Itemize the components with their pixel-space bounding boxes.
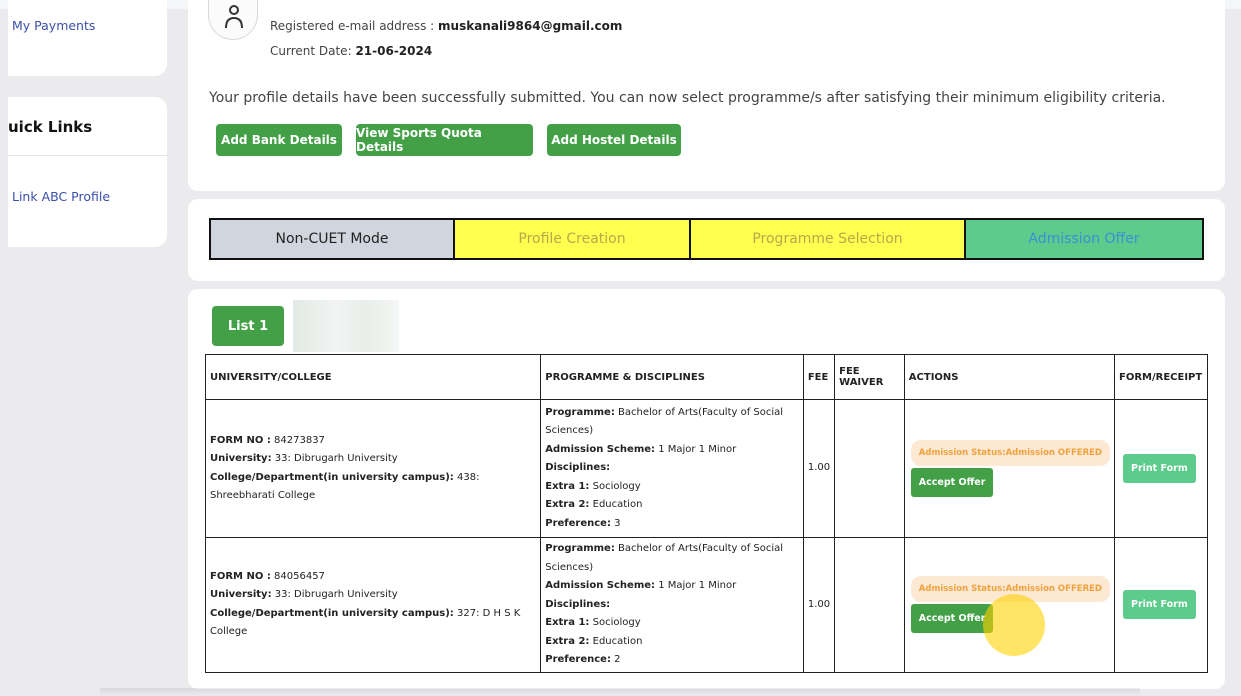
progress-stepper: Non-CUET Mode Profile Creation Programme… xyxy=(209,218,1204,260)
sidebar-card-quick-links: uick Links Link ABC Profile xyxy=(8,97,167,247)
tab-list-1[interactable]: List 1 xyxy=(212,306,284,346)
print-form-button[interactable]: Print Form xyxy=(1122,454,1196,483)
actions-cell: Admission Status:Admission OFFERED Accep… xyxy=(903,399,1115,538)
programme-cell: Programme: Bachelor of Arts(Faculty of S… xyxy=(540,537,804,673)
email-line: Registered e-mail address : muskanali986… xyxy=(270,19,623,33)
header-form-receipt: FORM/RECEIPT xyxy=(1113,354,1209,400)
step-programme-selection: Programme Selection xyxy=(691,220,966,258)
sidebar-link-my-payments[interactable]: My Payments xyxy=(12,18,95,33)
view-sports-quota-button[interactable]: View Sports Quota Details xyxy=(356,124,533,156)
table-row: FORM NO : 84273837 University: 33: Dibru… xyxy=(204,399,1209,538)
sidebar-link-abc-profile[interactable]: Link ABC Profile xyxy=(12,189,110,204)
cursor-highlight xyxy=(983,594,1045,656)
table-header-row: UNIVERSITY/COLLEGE PROGRAMME & DISCIPLIN… xyxy=(204,354,1209,400)
accept-offer-button[interactable]: Accept Offer xyxy=(910,604,994,634)
quick-links-title: uick Links xyxy=(8,118,93,136)
step-profile-creation: Profile Creation xyxy=(455,220,691,258)
add-bank-details-button[interactable]: Add Bank Details xyxy=(216,124,342,156)
email-value: muskanali9864@gmail.com xyxy=(438,19,623,33)
offers-table: UNIVERSITY/COLLEGE PROGRAMME & DISCIPLIN… xyxy=(204,354,1209,673)
header-fee-waiver: FEE WAIVER xyxy=(834,354,905,400)
fee-waiver-cell xyxy=(834,399,905,538)
print-form-button[interactable]: Print Form xyxy=(1122,590,1196,620)
form-receipt-cell: Print Form xyxy=(1113,399,1209,538)
quick-links-divider xyxy=(8,155,167,156)
programme-cell: Programme: Bachelor of Arts(Faculty of S… xyxy=(540,399,804,538)
accept-offer-button[interactable]: Accept Offer xyxy=(910,468,994,497)
fee-waiver-cell xyxy=(834,537,905,673)
step-non-cuet-mode: Non-CUET Mode xyxy=(211,220,455,258)
status-badge: Admission Status:Admission OFFERED xyxy=(910,440,1110,466)
university-cell: FORM NO : 84273837 University: 33: Dibru… xyxy=(204,399,542,538)
step-admission-offer: Admission Offer xyxy=(966,220,1202,258)
blurred-region xyxy=(293,300,399,352)
date-value: 21-06-2024 xyxy=(355,44,433,58)
date-line: Current Date: 21-06-2024 xyxy=(270,44,433,58)
header-university-college: UNIVERSITY/COLLEGE xyxy=(204,354,542,400)
add-hostel-details-button[interactable]: Add Hostel Details xyxy=(547,124,681,156)
university-cell: FORM NO : 84056457 University: 33: Dibru… xyxy=(204,537,542,673)
form-receipt-cell: Print Form xyxy=(1113,537,1209,673)
fee-cell: 1.00 xyxy=(802,537,836,673)
user-icon xyxy=(225,5,243,29)
table-row: FORM NO : 84056457 University: 33: Dibru… xyxy=(204,537,1209,673)
success-message: Your profile details have been successfu… xyxy=(209,90,1166,106)
header-programme: PROGRAMME & DISCIPLINES xyxy=(540,354,804,400)
bottom-shadow xyxy=(100,688,1140,696)
fee-cell: 1.00 xyxy=(802,399,836,538)
header-fee: FEE xyxy=(802,354,836,400)
header-actions: ACTIONS xyxy=(903,354,1115,400)
sidebar-card-payments: My Payments xyxy=(8,0,167,76)
